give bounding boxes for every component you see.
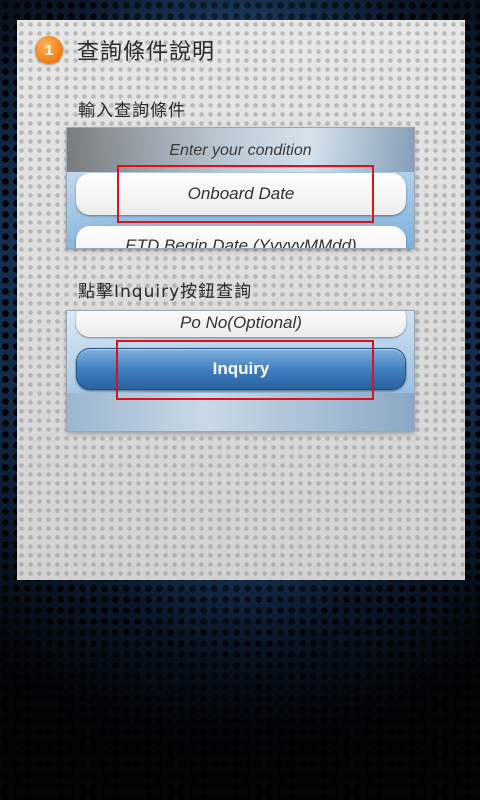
highlight-box-onboard-date xyxy=(117,165,374,223)
instruction-panel: 1 查詢條件說明 輸入查詢條件 Enter your condition Onb… xyxy=(17,20,465,580)
step-number-badge: 1 xyxy=(35,36,63,64)
condition-hint-text: Enter your condition xyxy=(169,142,312,159)
instruction-click-inquiry: 點擊Inquiry按鈕查詢 xyxy=(78,282,253,302)
step-header: 1 查詢條件說明 xyxy=(35,34,215,66)
etd-begin-date-field: ETD Begin Date (YyyyyMMdd) xyxy=(76,226,406,248)
instruction-enter-condition: 輸入查詢條件 xyxy=(78,101,186,121)
highlight-box-inquiry xyxy=(116,340,374,400)
step-title: 查詢條件說明 xyxy=(77,40,216,65)
po-number-field: Po No(Optional) xyxy=(76,311,406,337)
